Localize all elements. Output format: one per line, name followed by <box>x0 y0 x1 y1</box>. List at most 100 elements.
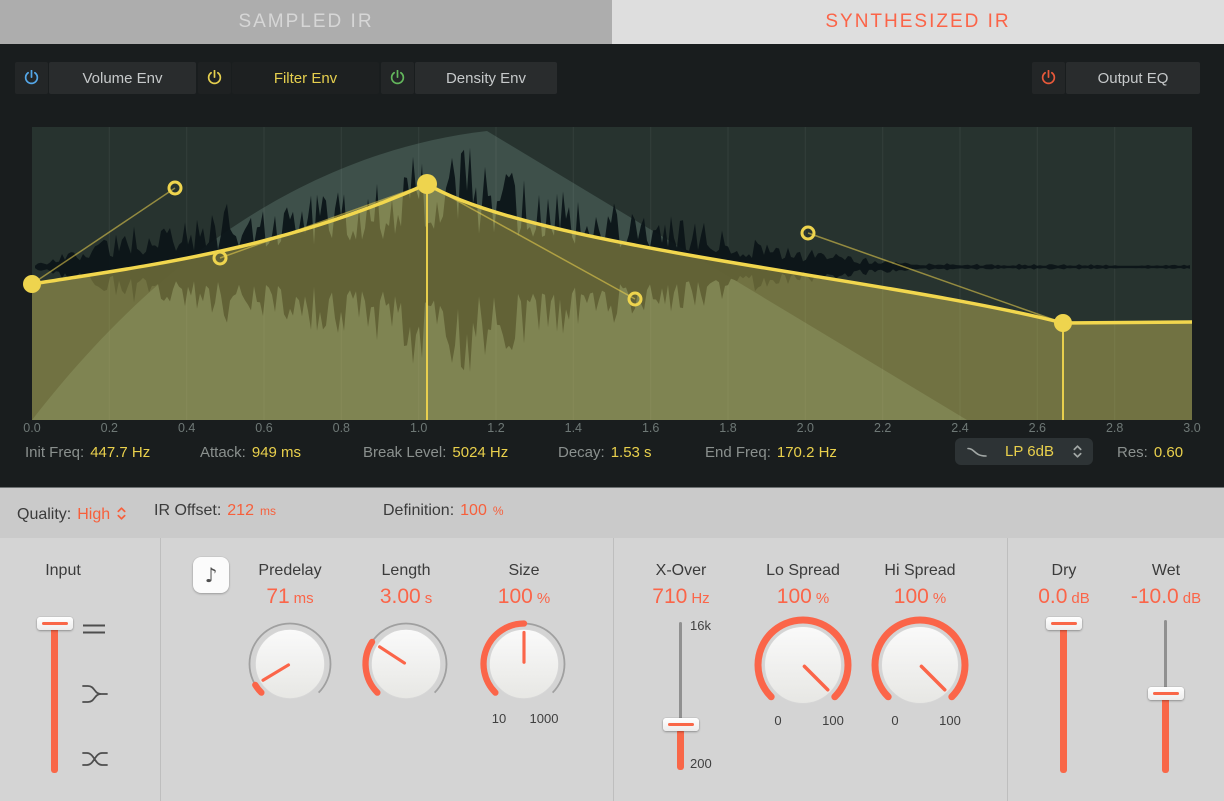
lowpass-curve-icon <box>967 445 987 459</box>
dry-value[interactable]: 0.0dB <box>1014 585 1114 609</box>
chevron-updown-icon <box>1072 443 1083 460</box>
attack-value[interactable]: 949 ms <box>252 444 301 461</box>
length-label: Length <box>346 562 466 580</box>
quality-label: Quality: <box>17 506 71 524</box>
output-controls: Input ♪ Predelay 71ms Length 3.00s <box>0 538 1224 801</box>
length-knob[interactable] <box>361 619 451 709</box>
hi-spread-label: Hi Spread <box>860 562 980 580</box>
dry-slider-fill[interactable] <box>1060 627 1067 773</box>
section-divider <box>613 538 614 801</box>
ir-offset-label: IR Offset: <box>154 502 221 520</box>
density-env-power-button[interactable] <box>381 62 414 94</box>
wet-slider-handle[interactable] <box>1148 687 1184 700</box>
envelope-point-end[interactable] <box>1054 314 1072 332</box>
break-level-label: Break Level: <box>363 444 446 461</box>
input-slider-handle[interactable] <box>37 617 73 630</box>
axis-tick-label: 1.4 <box>553 421 593 435</box>
init-freq-value[interactable]: 447.7 Hz <box>90 444 150 461</box>
envelope-point-init[interactable] <box>23 275 41 293</box>
time-axis: 0.00.20.40.60.81.01.21.41.61.82.02.22.42… <box>0 421 1224 437</box>
output-eq-button[interactable]: Output EQ <box>1066 62 1200 94</box>
axis-tick-label: 0.8 <box>321 421 361 435</box>
dry-slider-handle[interactable] <box>1046 617 1082 630</box>
lo-spread-knob[interactable] <box>753 615 853 715</box>
ir-offset-unit: ms <box>260 504 276 518</box>
wet-slider-fill[interactable] <box>1162 697 1169 773</box>
attack-label: Attack: <box>200 444 246 461</box>
definition-unit: % <box>493 504 504 518</box>
hi-spread-knob[interactable] <box>870 615 970 715</box>
volume-env-label: Volume Env <box>82 70 162 87</box>
lo-spread-value[interactable]: 100% <box>743 585 863 609</box>
length-value[interactable]: 3.00s <box>346 585 466 609</box>
volume-env-power-button[interactable] <box>15 62 48 94</box>
density-env-button[interactable]: Density Env <box>415 62 557 94</box>
res-readout[interactable]: Res: 0.60 <box>1117 444 1183 461</box>
power-icon <box>206 70 223 87</box>
break-level-readout[interactable]: Break Level: 5024 Hz <box>363 444 508 461</box>
xover-slider-handle[interactable] <box>663 718 699 731</box>
axis-tick-label: 0.0 <box>12 421 52 435</box>
decay-value[interactable]: 1.53 s <box>611 444 652 461</box>
size-value[interactable]: 100% <box>464 585 584 609</box>
input-label: Input <box>23 562 103 580</box>
end-freq-label: End Freq: <box>705 444 771 461</box>
tab-synthesized-ir[interactable]: SYNTHESIZED IR <box>612 0 1224 44</box>
filter-env-button[interactable]: Filter Env <box>232 62 379 94</box>
init-freq-readout[interactable]: Init Freq: 447.7 Hz <box>25 444 150 461</box>
definition-control[interactable]: Definition: 100 % <box>383 502 504 520</box>
predelay-knob[interactable] <box>245 619 335 709</box>
axis-tick-label: 1.0 <box>399 421 439 435</box>
sync-note-button[interactable]: ♪ <box>193 557 229 593</box>
xover-tick-bottom: 200 <box>690 756 724 771</box>
envelope-point-break[interactable] <box>417 174 437 194</box>
mono-sum-input-icon[interactable] <box>82 684 108 704</box>
axis-tick-label: 2.8 <box>1095 421 1135 435</box>
input-slider-fill[interactable] <box>51 627 58 773</box>
hi-spread-value[interactable]: 100% <box>860 585 980 609</box>
hi-spread-tick-min: 0 <box>885 713 905 728</box>
decay-label: Decay: <box>558 444 605 461</box>
ir-tab-bar: SAMPLED IR SYNTHESIZED IR <box>0 0 1224 44</box>
space-designer-plugin: SAMPLED IR SYNTHESIZED IR Volume Env Fil… <box>0 0 1224 801</box>
lo-spread-tick-min: 0 <box>768 713 788 728</box>
res-value[interactable]: 0.60 <box>1154 444 1183 461</box>
quality-value[interactable]: High <box>77 506 110 524</box>
ir-offset-control[interactable]: IR Offset: 212 ms <box>154 502 276 520</box>
end-freq-readout[interactable]: End Freq: 170.2 Hz <box>705 444 837 461</box>
size-knob[interactable] <box>479 619 569 709</box>
predelay-value[interactable]: 71ms <box>230 585 350 609</box>
end-freq-value[interactable]: 170.2 Hz <box>777 444 837 461</box>
size-tick-max: 1000 <box>519 711 569 726</box>
axis-tick-label: 2.6 <box>1017 421 1057 435</box>
definition-value[interactable]: 100 <box>460 502 487 520</box>
lo-spread-label: Lo Spread <box>743 562 863 580</box>
crossed-input-icon[interactable] <box>82 751 108 767</box>
tab-sampled-ir[interactable]: SAMPLED IR <box>0 0 612 44</box>
predelay-label: Predelay <box>230 562 350 580</box>
output-eq-label: Output EQ <box>1098 70 1169 87</box>
axis-tick-label: 1.8 <box>708 421 748 435</box>
attack-readout[interactable]: Attack: 949 ms <box>200 444 301 461</box>
chevron-updown-icon <box>116 505 127 522</box>
quality-selector[interactable]: Quality: High <box>17 502 127 524</box>
ir-offset-value[interactable]: 212 <box>227 502 254 520</box>
wet-value[interactable]: -10.0dB <box>1116 585 1216 609</box>
axis-tick-label: 2.4 <box>940 421 980 435</box>
axis-tick-label: 2.2 <box>863 421 903 435</box>
output-eq-power-button[interactable] <box>1032 62 1065 94</box>
axis-tick-label: 2.0 <box>785 421 825 435</box>
synthesized-ir-panel: Volume Env Filter Env Density Env <box>0 44 1224 487</box>
envelope-display[interactable] <box>32 127 1192 420</box>
wet-label: Wet <box>1126 562 1206 580</box>
decay-readout[interactable]: Decay: 1.53 s <box>558 444 652 461</box>
filter-env-power-button[interactable] <box>198 62 231 94</box>
volume-env-button[interactable]: Volume Env <box>49 62 196 94</box>
xover-slider-fill[interactable] <box>677 729 684 770</box>
break-level-value[interactable]: 5024 Hz <box>452 444 508 461</box>
filter-mode-dropdown[interactable]: LP 6dB <box>955 438 1093 465</box>
stereo-input-icon[interactable] <box>82 623 106 635</box>
axis-tick-label: 1.2 <box>476 421 516 435</box>
xover-value[interactable]: 710Hz <box>621 585 741 609</box>
section-divider <box>1007 538 1008 801</box>
